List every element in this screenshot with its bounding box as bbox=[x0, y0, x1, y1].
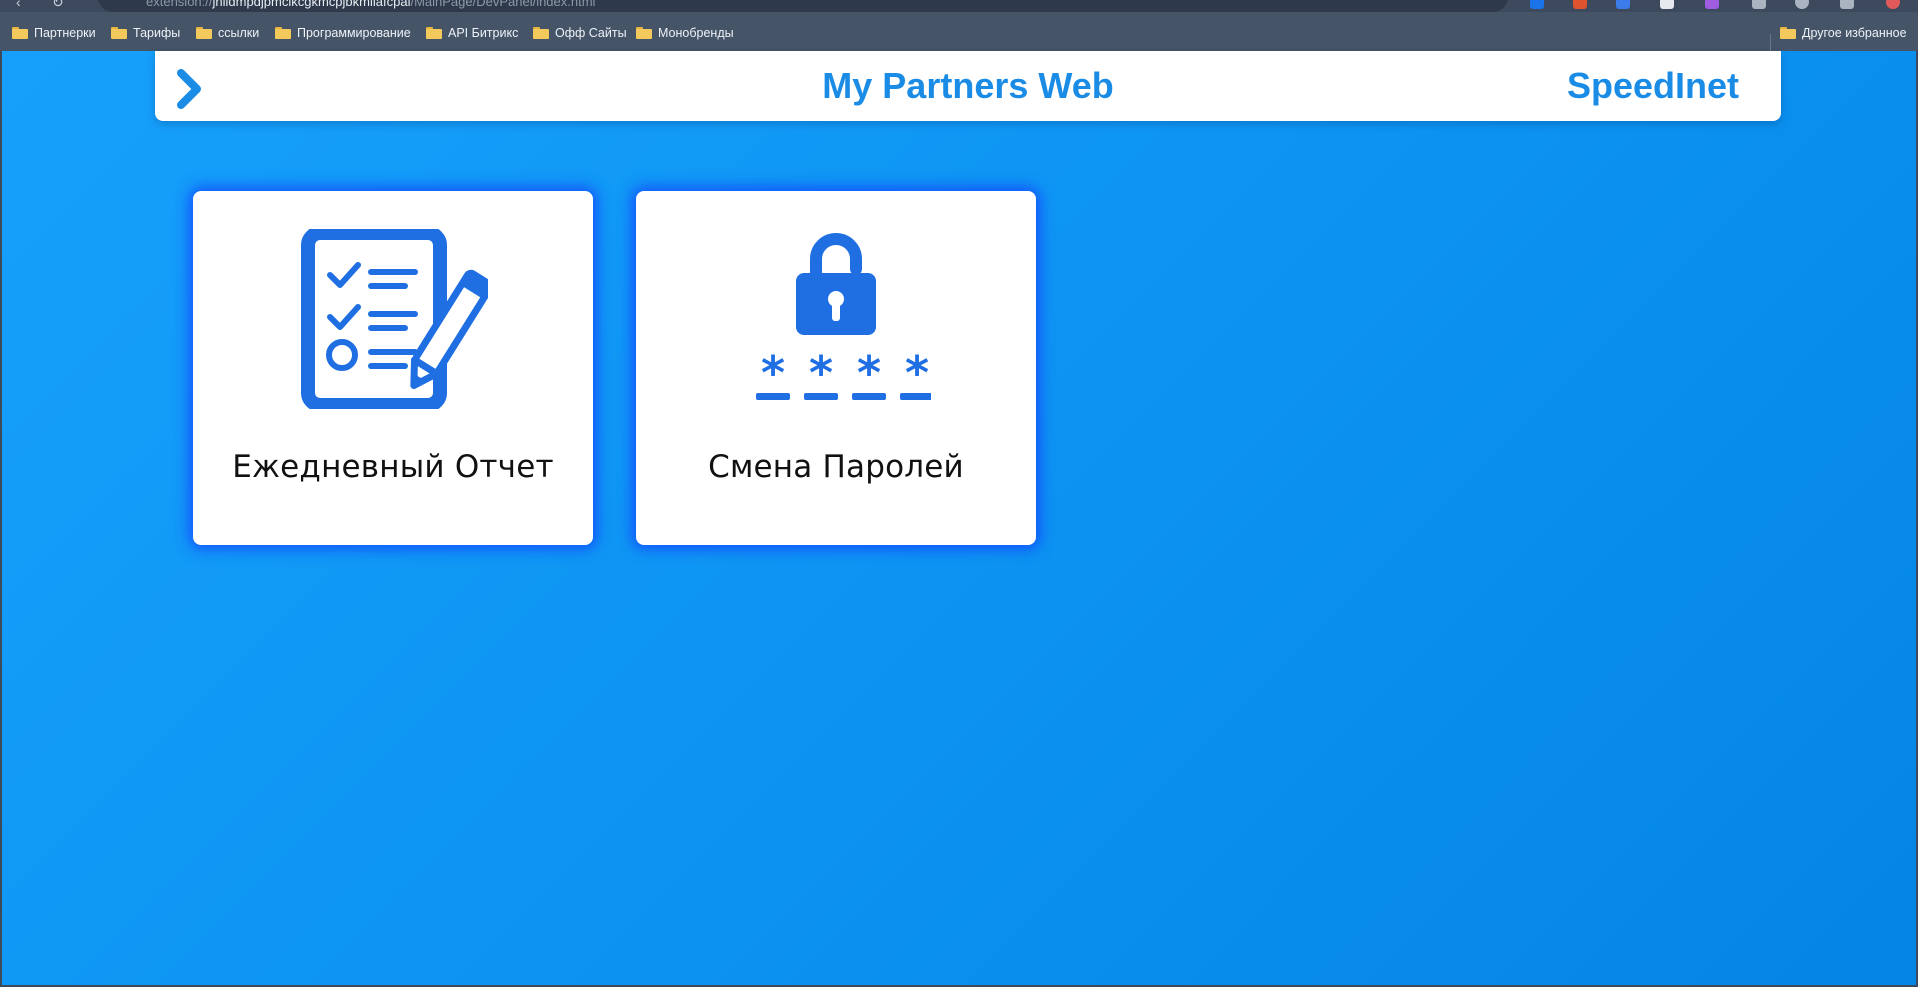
page-background: My Partners Web SpeedInet Ежедневный Отч… bbox=[2, 51, 1916, 985]
checklist-pencil-icon bbox=[301, 229, 488, 409]
menu-icon[interactable] bbox=[1886, 0, 1900, 9]
folder-icon bbox=[426, 27, 442, 39]
bookmark-folder[interactable]: Монобренды bbox=[636, 24, 734, 42]
bookmark-folder[interactable]: Тарифы bbox=[111, 24, 180, 42]
folder-icon bbox=[533, 27, 549, 39]
folder-icon bbox=[275, 27, 291, 39]
address-text: extension://jnlldmpdjpmclkcgkmcpjbkmllaf… bbox=[146, 0, 596, 9]
bookmark-label: ссылки bbox=[218, 26, 260, 40]
daily-report-card[interactable]: Ежедневный Отчет bbox=[193, 191, 593, 545]
bookmark-label: Тарифы bbox=[133, 26, 181, 40]
bookmark-label: Офф Сайты bbox=[555, 26, 627, 40]
extension-icon[interactable] bbox=[1705, 0, 1719, 9]
asterisk-glyph: * bbox=[905, 346, 929, 400]
extension-icon[interactable] bbox=[1660, 0, 1674, 9]
page-title: My Partners Web bbox=[822, 65, 1114, 106]
reload-icon[interactable]: ↻ bbox=[52, 0, 64, 11]
bookmark-folder[interactable]: Программирование bbox=[275, 24, 411, 42]
app-header: My Partners Web SpeedInet bbox=[155, 51, 1781, 121]
bookmark-label: Другое избранное bbox=[1802, 26, 1907, 40]
bookmark-folder[interactable]: ссылки bbox=[196, 24, 259, 42]
asterisk-glyph: * bbox=[761, 346, 785, 400]
folder-icon bbox=[636, 27, 652, 39]
extension-icon[interactable] bbox=[1616, 0, 1630, 9]
extension-icon[interactable] bbox=[1573, 0, 1587, 9]
folder-icon bbox=[12, 27, 28, 39]
asterisk-glyph: * bbox=[809, 346, 833, 400]
bookmark-folder[interactable]: API Битрикс bbox=[426, 24, 518, 42]
bookmarks-bar: Партнерки Тарифы ссылки Программирование… bbox=[0, 12, 1918, 52]
profile-icon[interactable] bbox=[1795, 0, 1809, 9]
folder-icon bbox=[1780, 27, 1796, 39]
bookmark-label: Программирование bbox=[297, 26, 411, 40]
asterisk-glyph: * bbox=[857, 346, 881, 400]
bookmarks-divider bbox=[1770, 34, 1771, 52]
other-bookmarks-folder[interactable]: Другое избранное bbox=[1780, 24, 1907, 42]
card-label: Ежедневный Отчет bbox=[232, 449, 554, 485]
folder-icon bbox=[196, 27, 212, 39]
bookmark-folder[interactable]: Партнерки bbox=[12, 24, 96, 42]
password-change-card[interactable]: * * * * Смена Паролей bbox=[636, 191, 1036, 545]
back-icon[interactable]: ‹ bbox=[16, 0, 21, 10]
bookmark-folder[interactable]: Офф Сайты bbox=[533, 24, 627, 42]
browser-toolbar: ‹ ↻ extension://jnlldmpdjpmclkcgkmcpjbkm… bbox=[0, 0, 1918, 12]
bookmark-label: Монобренды bbox=[658, 26, 734, 40]
folder-icon bbox=[111, 27, 127, 39]
padlock-password-icon: * * * * bbox=[756, 233, 931, 400]
extensions-puzzle-icon[interactable] bbox=[1752, 0, 1766, 9]
brand-name: SpeedInet bbox=[1566, 65, 1739, 106]
address-bar[interactable]: extension://jnlldmpdjpmclkcgkmcpjbkmllaf… bbox=[98, 0, 1508, 12]
extension-icon[interactable] bbox=[1530, 0, 1544, 9]
bookmark-label: API Битрикс bbox=[448, 26, 519, 40]
card-label: Смена Паролей bbox=[708, 449, 964, 485]
bookmark-label: Партнерки bbox=[34, 26, 96, 40]
download-icon[interactable] bbox=[1840, 0, 1854, 9]
